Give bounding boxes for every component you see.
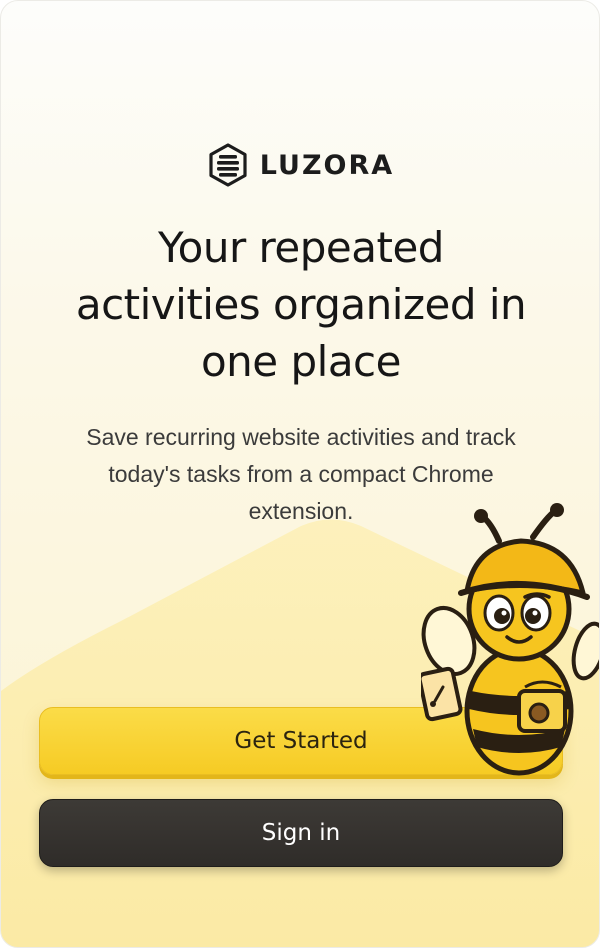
headline-line: Your repeated (158, 223, 444, 272)
subtitle-line: Save recurring website activities and tr… (86, 424, 516, 450)
brand-name: LUZORA (259, 149, 395, 181)
bee-mascot-icon (421, 503, 599, 776)
page-title: Your repeated activities organized in on… (21, 219, 581, 390)
sign-in-button[interactable]: Sign in (39, 799, 563, 867)
brand-header: LUZORA (1, 143, 599, 187)
subtitle-line: extension. (248, 498, 354, 524)
headline-line: one place (200, 337, 402, 386)
hexagon-stack-icon (209, 143, 247, 187)
subtitle-line: today's tasks from a compact Chrome (108, 461, 494, 487)
headline-line: activities organized in (75, 280, 527, 329)
onboarding-screen: LUZORA Your repeated activities organize… (0, 0, 600, 948)
